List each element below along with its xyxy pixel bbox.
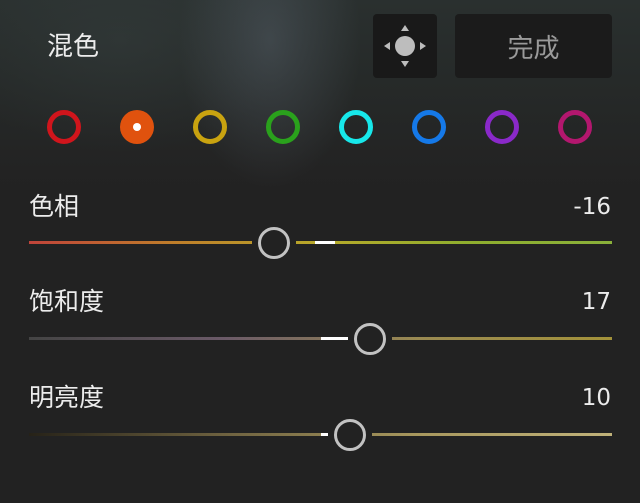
done-button[interactable]: 完成: [455, 14, 612, 78]
hue-label: 色相: [29, 192, 80, 221]
hue-slider-thumb[interactable]: [257, 226, 290, 259]
swatch-yellow[interactable]: [193, 110, 227, 144]
selected-dot: [133, 123, 141, 131]
luminance-label: 明亮度: [29, 383, 105, 412]
luminance-value: 10: [581, 385, 611, 411]
luminance-slider-zero-mark: [320, 433, 328, 436]
targeted-adjustment-button[interactable]: [373, 14, 437, 78]
swatch-green[interactable]: [266, 110, 300, 144]
swatch-red[interactable]: [47, 110, 81, 144]
swatch-aqua[interactable]: [339, 110, 373, 144]
saturation-slider-zero-mark: [320, 337, 349, 340]
saturation-value: 17: [581, 289, 611, 315]
panel-title: 混色: [47, 32, 100, 62]
swatch-purple[interactable]: [485, 110, 519, 144]
hue-value: -16: [573, 194, 611, 220]
move-target-icon: [384, 25, 426, 67]
swatch-blue[interactable]: [412, 110, 446, 144]
saturation-slider-thumb[interactable]: [354, 322, 387, 355]
hue-slider-zero-mark: [314, 241, 335, 244]
swatch-orange[interactable]: [120, 110, 154, 144]
swatch-magenta[interactable]: [558, 110, 592, 144]
saturation-label: 饱和度: [29, 287, 105, 316]
luminance-slider-thumb[interactable]: [333, 418, 366, 451]
